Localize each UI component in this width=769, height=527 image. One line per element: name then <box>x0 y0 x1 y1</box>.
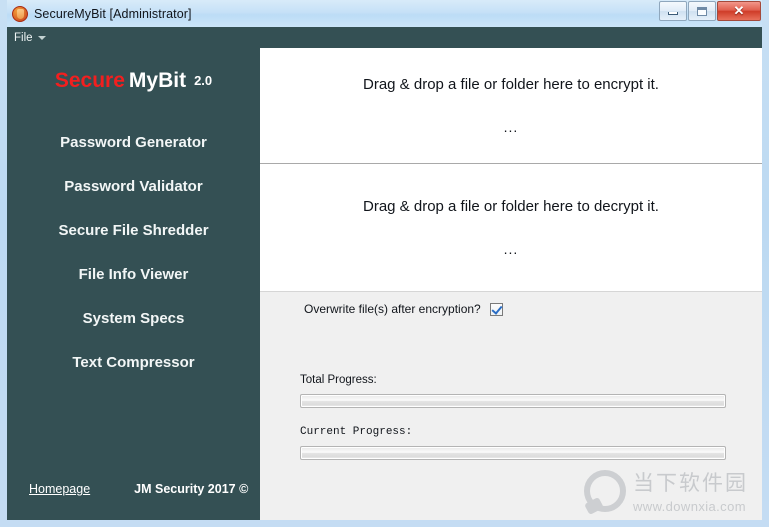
minimize-icon <box>668 12 678 15</box>
sidebar-item-system-specs[interactable]: System Specs <box>7 302 260 335</box>
menu-item-file-label: File <box>14 31 33 44</box>
watermark: 当下软件园 www.downxia.com <box>584 467 748 514</box>
decrypt-dropzone-title: Drag & drop a file or folder here to dec… <box>363 198 659 215</box>
current-progress-label: Current Progress: <box>300 426 413 438</box>
chevron-down-icon <box>37 35 46 40</box>
sidebar-item-text-compressor[interactable]: Text Compressor <box>7 346 260 379</box>
watermark-site-name: 当下软件园 <box>633 471 748 495</box>
close-icon: ✕ <box>733 3 745 18</box>
decrypt-dropzone-status: ... <box>503 241 519 257</box>
encrypt-dropzone-title: Drag & drop a file or folder here to enc… <box>363 76 659 93</box>
total-progress-label: Total Progress: <box>300 374 377 386</box>
app-body: Secure MyBit 2.0 Password Generator Passwo… <box>7 27 762 520</box>
encrypt-dropzone-status: ... <box>503 119 519 135</box>
sidebar-item-secure-file-shredder[interactable]: Secure File Shredder <box>7 214 260 247</box>
logo-text-mybit: MyBit <box>128 69 187 92</box>
decrypt-dropzone[interactable]: Drag & drop a file or folder here to dec… <box>260 164 762 291</box>
sidebar-item-password-validator[interactable]: Password Validator <box>7 170 260 203</box>
current-progress-group: Current Progress: <box>300 426 726 460</box>
current-progress-bar <box>300 446 726 460</box>
total-progress-group: Total Progress: <box>300 374 726 408</box>
logo-text-secure: Secure <box>54 69 125 92</box>
total-progress-bar <box>300 394 726 408</box>
window-title: SecureMyBit [Administrator] <box>34 6 192 21</box>
sidebar-footer: Homepage JM Security 2017 © <box>7 482 260 496</box>
logo-version: 2.0 <box>194 73 213 88</box>
maximize-icon <box>697 6 707 16</box>
title-bar: SecureMyBit [Administrator] ✕ <box>7 0 762 27</box>
main-content: Drag & drop a file or folder here to enc… <box>260 48 762 520</box>
sidebar: Secure MyBit 2.0 Password Generator Passwo… <box>7 27 260 520</box>
minimize-button[interactable] <box>659 1 687 21</box>
overwrite-option-row: Overwrite file(s) after encryption? <box>260 292 762 316</box>
sidebar-item-file-info-viewer[interactable]: File Info Viewer <box>7 258 260 291</box>
overwrite-checkbox[interactable] <box>489 302 503 316</box>
encrypt-dropzone[interactable]: Drag & drop a file or folder here to enc… <box>260 48 762 163</box>
window-frame: SecureMyBit [Administrator] ✕ Secure MyBi… <box>0 0 769 527</box>
options-panel: Overwrite file(s) after encryption? Tota… <box>260 291 762 520</box>
overwrite-label: Overwrite file(s) after encryption? <box>304 302 481 316</box>
copyright-text: JM Security 2017 © <box>134 482 249 496</box>
menu-bar: File <box>7 27 762 48</box>
close-button[interactable]: ✕ <box>717 1 761 21</box>
app-logo: Secure MyBit 2.0 <box>7 69 260 93</box>
watermark-url: www.downxia.com <box>633 499 746 514</box>
watermark-logo-icon <box>584 469 626 512</box>
maximize-button[interactable] <box>688 1 716 21</box>
sidebar-item-password-generator[interactable]: Password Generator <box>7 126 260 159</box>
app-shield-badge-icon <box>12 5 28 22</box>
sidebar-nav: Password Generator Password Validator Se… <box>7 126 260 390</box>
homepage-link[interactable]: Homepage <box>29 482 90 496</box>
window-controls: ✕ <box>658 1 761 22</box>
menu-item-file[interactable]: File <box>7 27 53 48</box>
watermark-text: 当下软件园 www.downxia.com <box>633 467 748 514</box>
